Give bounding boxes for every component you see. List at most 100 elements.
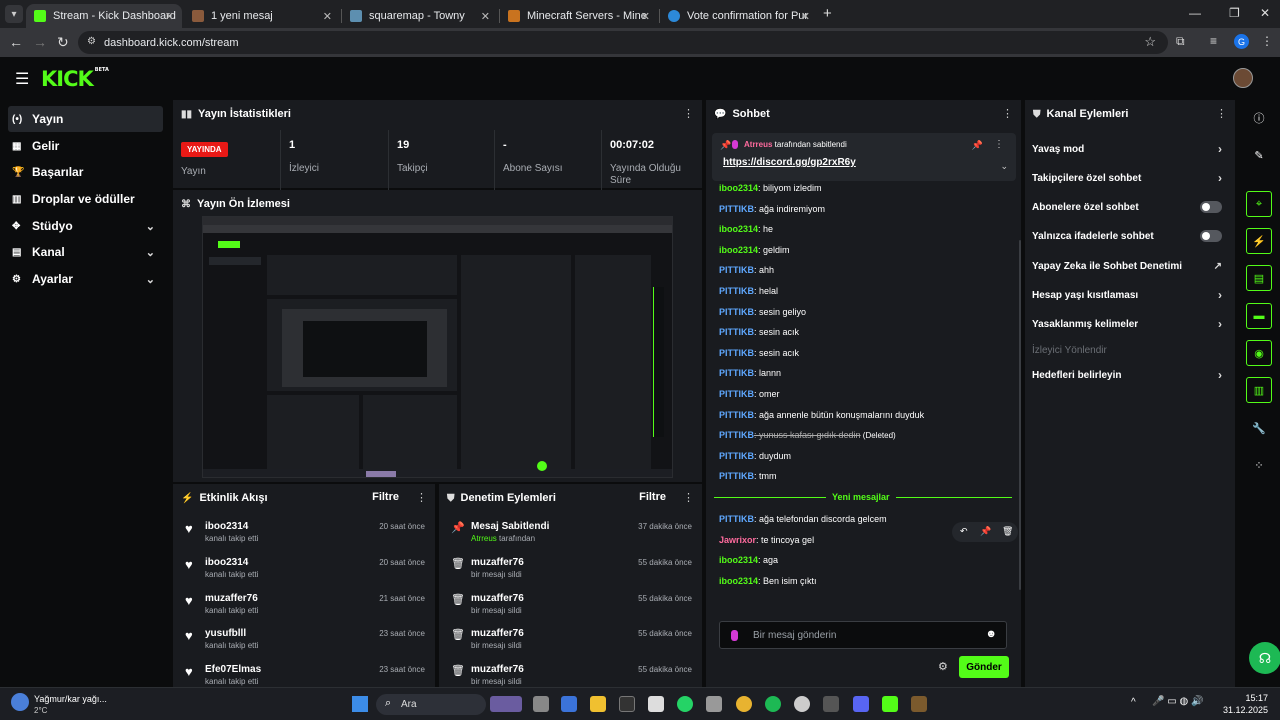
event-user[interactable]: yusufblll [205, 628, 246, 639]
maximize-icon[interactable]: ❐ [1229, 6, 1240, 20]
clock-time[interactable]: 15:17 [1230, 693, 1268, 703]
emoji-icon[interactable]: ☻ [985, 628, 997, 640]
event-user[interactable]: iboo2314 [205, 521, 248, 532]
weather-text[interactable]: Yağmur/kar yağı... [34, 694, 107, 704]
sidebar-item-ayarlar[interactable]: ⚙ Ayarlar ⌄ [8, 266, 163, 292]
event-user[interactable]: muzaffer76 [471, 628, 524, 639]
back-icon[interactable]: ← [9, 34, 23, 50]
focus-icon[interactable]: ⌖ [1246, 191, 1272, 217]
chat-username[interactable]: PITTIKB [719, 514, 754, 524]
browser-tab[interactable]: squaremap - Towny ✕ [342, 4, 498, 28]
sidebar-item-studyo[interactable]: ✥ Stüdyo ⌄ [8, 213, 163, 239]
chat-bubble-icon[interactable]: ▬ [1246, 303, 1272, 329]
forward-icon[interactable]: → [33, 34, 47, 50]
event-user[interactable]: muzaffer76 [471, 664, 524, 675]
close-icon[interactable]: ✕ [801, 10, 810, 23]
app-icon[interactable] [561, 696, 577, 712]
media-icon[interactable]: ≡ [1210, 34, 1217, 48]
more-options-icon[interactable]: ⋮ [416, 491, 427, 504]
chevron-down-icon[interactable]: ⌄ [1000, 161, 1008, 172]
site-info-icon[interactable]: ⚙ [87, 36, 96, 47]
event-user[interactable]: muzaffer76 [471, 593, 524, 604]
event-user[interactable]: muzaffer76 [205, 593, 258, 604]
file-explorer-icon[interactable] [590, 696, 606, 712]
sidebar-item-droplar[interactable]: ▥ Droplar ve ödüller [8, 186, 163, 212]
filter-button[interactable]: Filtre [639, 491, 666, 503]
chat-username[interactable]: PITTIKB [719, 327, 754, 337]
task-view-icon[interactable] [533, 696, 549, 712]
spotify-icon[interactable] [765, 696, 781, 712]
apps-icon[interactable]: ⁘ [1246, 452, 1272, 478]
more-options-icon[interactable]: ⋮ [994, 139, 1004, 150]
browser-tab[interactable]: Minecraft Servers - Minecraft Se ✕ [500, 4, 658, 28]
more-options-icon[interactable]: ⋮ [683, 107, 694, 120]
chat-username[interactable]: iboo2314 [719, 183, 758, 193]
close-icon[interactable]: ✕ [641, 10, 650, 23]
sidebar-item-kanal[interactable]: ▤ Kanal ⌄ [8, 239, 163, 265]
tab-search-icon[interactable]: ▾ [5, 5, 23, 23]
event-user[interactable]: Atrreus [471, 534, 497, 543]
close-icon[interactable]: ✕ [323, 10, 332, 23]
tray-chevron-icon[interactable]: ^ [1131, 697, 1136, 708]
chat-username[interactable]: PITTIKB [719, 389, 754, 399]
lightning-icon[interactable]: ⚡ [1246, 228, 1272, 254]
chat-username[interactable]: PITTIKB [719, 348, 754, 358]
discord-icon[interactable] [853, 696, 869, 712]
clock-date[interactable]: 31.12.2025 [1214, 705, 1268, 715]
browser-tab[interactable]: 1 yeni mesaj ✕ [184, 4, 340, 28]
action-followers-only[interactable]: Takipçilere özel sohbet › [1032, 171, 1222, 185]
document-icon[interactable]: ▤ [1246, 265, 1272, 291]
chat-username[interactable]: iboo2314 [719, 555, 758, 565]
bookmark-star-icon[interactable]: ☆ [1144, 34, 1156, 50]
wrench-icon[interactable]: 🔧 [1246, 415, 1272, 441]
close-icon[interactable]: ✕ [481, 10, 490, 23]
minecraft-icon[interactable] [911, 696, 927, 712]
minimize-icon[interactable]: — [1189, 6, 1201, 20]
store-icon[interactable] [648, 696, 664, 712]
windows-start-icon[interactable] [352, 696, 368, 712]
pinned-link[interactable]: https://discord.gg/gp2rxR6y [723, 157, 856, 168]
unpin-icon[interactable]: 📌 [972, 140, 983, 151]
action-banned-words[interactable]: Yasaklanmış kelimeler › [1032, 317, 1222, 331]
chat-username[interactable]: PITTIKB [719, 204, 754, 214]
chat-settings-gear-icon[interactable]: ⚙ [938, 660, 948, 673]
event-user[interactable]: Efe07Elmas [205, 664, 261, 675]
taskbar-search[interactable]: ⌕ Ara [376, 694, 486, 715]
browser-tab[interactable]: Vote confirmation for PumkinC ✕ [660, 4, 818, 28]
undo-icon[interactable]: ↶ [960, 526, 968, 537]
more-options-icon[interactable]: ⋮ [1002, 107, 1013, 120]
window-close-icon[interactable]: ✕ [1260, 6, 1270, 20]
chrome-icon[interactable] [736, 696, 752, 712]
browser-menu-icon[interactable]: ⋮ [1261, 34, 1273, 48]
action-account-age[interactable]: Hesap yaşı kısıtlaması › [1032, 288, 1222, 302]
action-slow-mode[interactable]: Yavaş mod › [1032, 142, 1222, 156]
sidebar-item-gelir[interactable]: ▦ Gelir [8, 133, 163, 159]
action-ai-moderation[interactable]: Yapay Zeka ile Sohbet Denetimi ↗ [1032, 261, 1222, 272]
pinned-by-user[interactable]: Atrreus [744, 140, 772, 149]
event-user[interactable]: iboo2314 [205, 557, 248, 568]
more-options-icon[interactable]: ⋮ [683, 491, 694, 504]
tray-icons[interactable]: 🎤 ▭ ◍ 🔊 [1152, 696, 1203, 707]
emote-only-toggle[interactable] [1200, 230, 1222, 242]
browser-tab[interactable]: Stream - Kick Dashboard ✕ [26, 4, 182, 28]
new-tab-plus-icon[interactable]: + [823, 5, 832, 22]
trash-icon[interactable]: 🗑 [1002, 526, 1013, 537]
broadcast-icon[interactable]: ◉ [1246, 340, 1272, 366]
chat-username[interactable]: PITTIKB [719, 307, 754, 317]
app-icon[interactable] [794, 696, 810, 712]
more-options-icon[interactable]: ⋮ [1216, 107, 1227, 120]
epic-games-icon[interactable] [619, 696, 635, 712]
event-user[interactable]: muzaffer76 [471, 557, 524, 568]
kick-logo[interactable]: KICK BETA [41, 67, 109, 91]
layout-icon[interactable]: ▥ [1246, 377, 1272, 403]
edit-pencil-icon[interactable]: ✎ [1246, 142, 1272, 168]
chat-username[interactable]: PITTIKB [719, 286, 754, 296]
url-input[interactable]: ⚙ dashboard.kick.com/stream ☆ [78, 31, 1168, 54]
filter-button[interactable]: Filtre [372, 491, 399, 503]
weather-icon[interactable] [11, 693, 29, 711]
reload-icon[interactable]: ↻ [57, 34, 69, 51]
user-avatar[interactable] [1233, 68, 1253, 88]
chat-username[interactable]: iboo2314 [719, 576, 758, 586]
close-icon[interactable]: ✕ [165, 10, 174, 23]
chat-username[interactable]: iboo2314 [719, 224, 758, 234]
